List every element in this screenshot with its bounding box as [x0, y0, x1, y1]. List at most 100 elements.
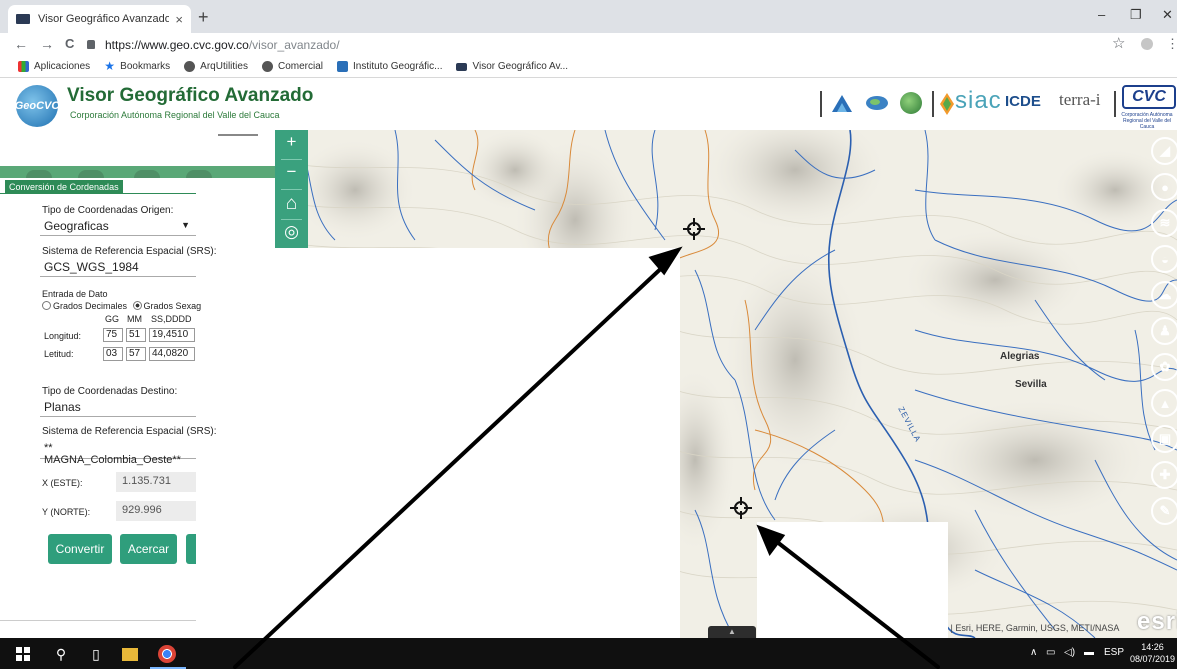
- star-icon: ★: [104, 59, 116, 73]
- mountain-icon[interactable]: ▲: [1151, 389, 1177, 417]
- bookmark-label: Bookmarks: [120, 61, 171, 72]
- srs-label: Sistema de Referencia Espacial (SRS):: [42, 246, 217, 257]
- plant-icon[interactable]: ✿: [1151, 353, 1177, 381]
- latitude-seconds-input[interactable]: 44,0820: [149, 347, 195, 361]
- apps-grid-icon: [18, 61, 29, 72]
- seedling-icon[interactable]: ✚: [1151, 461, 1177, 489]
- bookmark-bookmarks[interactable]: ★ Bookmarks: [104, 59, 171, 73]
- chrome-icon[interactable]: [158, 645, 176, 663]
- origin-type-select[interactable]: Geograficas ▼: [40, 217, 196, 236]
- bookmark-comercial[interactable]: Comercial: [261, 61, 323, 72]
- search-icon[interactable]: ⚲: [52, 645, 70, 663]
- minimize-button[interactable]: –: [1098, 7, 1105, 22]
- dest-srs-select[interactable]: ** MAGNA_Colombia_Oeste**: [40, 440, 196, 466]
- panel-tab-title[interactable]: Conversión de Cordenadas: [5, 180, 123, 194]
- browser-tab[interactable]: Visor Geográfico Avanzado Corp ×: [8, 5, 191, 33]
- address-bar[interactable]: https://www.geo.cvc.gov.co/visor_avanzad…: [87, 35, 1107, 54]
- longitude-minutes-input[interactable]: 51: [126, 328, 146, 342]
- bookmark-label: Comercial: [277, 61, 323, 72]
- restore-button[interactable]: ❐: [1130, 7, 1142, 23]
- location-icon[interactable]: ◉: [170, 135, 200, 165]
- column-mm: MM: [127, 314, 142, 324]
- bookmark-star-icon[interactable]: ☆: [1112, 34, 1125, 52]
- latitude-degrees-input[interactable]: 03: [103, 347, 123, 361]
- globe-icon: [184, 61, 196, 72]
- bookmark-visor[interactable]: Visor Geográfico Av...: [456, 61, 568, 72]
- close-window-button[interactable]: ✕: [1162, 7, 1173, 23]
- zoom-to-button[interactable]: Acercar: [120, 534, 177, 564]
- tab-close-icon[interactable]: ×: [175, 12, 183, 27]
- locate-button[interactable]: ◎: [275, 222, 308, 242]
- extra-button[interactable]: [186, 534, 196, 564]
- volume-icon[interactable]: ◁): [1064, 647, 1075, 658]
- reload-button[interactable]: C: [65, 36, 74, 51]
- panel-bottom-divider: [0, 620, 196, 621]
- tools-row: ● + ▭ ◉ ▦: [0, 130, 275, 178]
- wind-icon[interactable]: ≋: [1151, 209, 1177, 237]
- tab-strip: Visor Geográfico Avanzado Corp × + – ❐ ✕: [0, 0, 1177, 33]
- topography-icon[interactable]: ◢: [1151, 137, 1177, 165]
- header-divider: [1114, 91, 1116, 117]
- clock[interactable]: 14:26 08/07/2019: [1130, 641, 1175, 665]
- calculator-icon[interactable]: ▦: [223, 135, 253, 165]
- select-value: Planas: [44, 400, 81, 414]
- tool-tab: [186, 170, 212, 178]
- home-button[interactable]: ⌂: [275, 193, 308, 215]
- notification-icon[interactable]: ▬: [1084, 647, 1094, 658]
- windows-start-icon[interactable]: [14, 645, 32, 663]
- tray-up-icon[interactable]: ∧: [1030, 647, 1037, 658]
- y-label: Y (NORTE):: [42, 507, 91, 517]
- column-ss: SS,DDDD: [151, 314, 192, 324]
- longitude-degrees-input[interactable]: 75: [103, 328, 123, 342]
- origin-type-label: Tipo de Coordenadas Origen:: [42, 205, 174, 216]
- collapse-panel-button[interactable]: ▲: [708, 626, 756, 638]
- map-pin-icon[interactable]: ●: [11, 135, 41, 165]
- planning-icon[interactable]: ✎: [1151, 497, 1177, 525]
- weather-icon[interactable]: ☁: [1151, 281, 1177, 309]
- file-explorer-icon[interactable]: [122, 648, 138, 661]
- image-icon[interactable]: ▣: [1151, 425, 1177, 453]
- tool-tab: [26, 170, 52, 178]
- app-subtitle: Corporación Autónoma Regional del Valle …: [70, 110, 280, 120]
- turtle-icon[interactable]: ◒: [1151, 245, 1177, 273]
- people-icon[interactable]: ♟: [1151, 317, 1177, 345]
- latitude-minutes-input[interactable]: 57: [126, 347, 146, 361]
- dest-type-select[interactable]: Planas: [40, 398, 196, 417]
- task-view-icon[interactable]: ▯: [87, 645, 105, 663]
- longitude-label: Longitud:: [44, 331, 82, 341]
- bookmarks-bar: Aplicaciones ★ Bookmarks ArqUtilities Com…: [0, 56, 1177, 78]
- back-button[interactable]: ←: [14, 36, 28, 52]
- tab-title: Visor Geográfico Avanzado Corp: [38, 13, 170, 25]
- tool-divider: [218, 134, 258, 136]
- header-divider: [932, 91, 934, 117]
- panel-divider: [0, 193, 196, 194]
- bookmark-arqutilities[interactable]: ArqUtilities: [184, 61, 248, 72]
- forward-button[interactable]: →: [40, 36, 54, 52]
- header-divider: [820, 91, 822, 117]
- windows-taskbar: ⚲ ▯ ∧ ▭ ◁) ▬ ESP 14:26 08/07/2019: [0, 638, 1177, 669]
- add-icon[interactable]: +: [66, 135, 96, 165]
- bookmark-label: Aplicaciones: [34, 61, 91, 72]
- srs-field[interactable]: GCS_WGS_1984: [40, 258, 196, 277]
- control-divider: [281, 189, 302, 190]
- radio-sexagesimal[interactable]: [132, 301, 142, 310]
- profile-avatar[interactable]: [1141, 38, 1153, 50]
- bookmark-aplicaciones[interactable]: Aplicaciones: [18, 61, 90, 72]
- latitude-label: Letitud:: [44, 349, 74, 359]
- language-indicator[interactable]: ESP: [1104, 647, 1124, 658]
- water-drop-icon[interactable]: ●: [1151, 173, 1177, 201]
- radio-decimal[interactable]: [42, 301, 51, 310]
- tool-tab: [78, 170, 104, 178]
- cvc-logo: CVC: [1122, 85, 1176, 109]
- new-tab-button[interactable]: +: [198, 7, 209, 28]
- ruler-icon[interactable]: ▭: [117, 135, 147, 165]
- zoom-in-button[interactable]: +: [275, 132, 308, 152]
- browser-menu-icon[interactable]: ⋮: [1166, 36, 1177, 52]
- url-path: /visor_avanzado/: [248, 37, 340, 52]
- dest-srs-label: Sistema de Referencia Espacial (SRS):: [42, 426, 217, 437]
- network-icon[interactable]: ▭: [1046, 647, 1055, 658]
- zoom-out-button[interactable]: −: [275, 162, 308, 182]
- convert-button[interactable]: Convertir: [48, 534, 112, 564]
- longitude-seconds-input[interactable]: 19,4510: [149, 328, 195, 342]
- bookmark-instituto[interactable]: Instituto Geográfic...: [336, 61, 442, 72]
